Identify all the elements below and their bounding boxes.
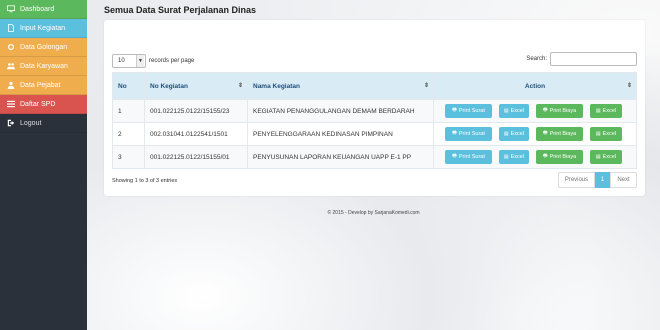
sidebar-item-label: Logout [20,119,42,127]
sidebar-item-logout[interactable]: Logout [0,114,87,133]
search-box: Search: [526,52,637,66]
main-content: Semua Data Surat Perjalanan Dinas 10 ▼ r… [87,0,660,330]
user-icon [6,81,15,89]
print-icon: 🖶 [542,130,548,136]
file-icon: ▤ [503,108,509,114]
file-icon: ▤ [503,131,509,137]
excel-biaya-button[interactable]: ▤ Excel [590,127,622,141]
print-icon: 🖶 [542,107,548,113]
page-1-button[interactable]: 1 [595,172,610,188]
logout-icon [6,119,15,127]
spd-table: No No Kegiatan ⇕ Nama Kegiatan ⇕ Action ⇕ 1… [112,72,637,169]
column-header-nama-kegiatan[interactable]: Nama Kegiatan ⇕ [247,72,434,100]
sidebar-item-label: Data Pejabat [20,81,61,89]
print-biaya-button[interactable]: 🖶 Print Biaya [536,104,583,118]
records-per-page: 10 ▼ records per page [112,54,194,68]
sidebar-item-data-golongan[interactable]: Data Golongan [0,38,87,57]
cell-no: 1 [112,99,145,123]
print-biaya-button[interactable]: 🖶 Print Biaya [536,150,583,164]
document-icon [6,24,15,32]
sort-icon: ⇕ [626,83,632,89]
print-icon: 🖶 [452,107,457,113]
previous-page-button[interactable]: Previous [558,172,595,188]
cell-no: 2 [112,122,145,146]
search-label: Search: [526,56,547,62]
settings-icon [6,43,15,51]
page-title: Semua Data Surat Perjalanan Dinas [104,5,257,15]
table-row: 3 001.022125.0122/15155/01 PENYUSUNAN LA… [112,145,637,169]
sidebar-item-label: Input Kegiatan [20,24,66,32]
sidebar-item-daftar-spd[interactable]: Daftar SPD [0,95,87,114]
file-icon: ▤ [595,108,601,114]
cell-no: 3 [112,145,145,169]
column-header-action: Action ⇕ [433,72,637,100]
table-row: 2 002.031041.0122541/1501 PENYELENGGARAA… [112,122,637,146]
records-per-page-select[interactable]: 10 ▼ [112,54,146,68]
sidebar-item-input-kegiatan[interactable]: Input Kegiatan [0,19,87,38]
table-row: 1 001.022125.0122/15155/23 KEGIATAN PENA… [112,99,637,123]
users-icon [6,62,15,70]
sidebar-item-label: Dashboard [20,5,55,13]
sidebar-item-data-karyawan[interactable]: Data Karyawan [0,57,87,76]
records-per-page-label: records per page [149,58,195,64]
cell-action: 🖶 Print Surat ▤ Excel 🖶 Print Biaya ▤ Excel [433,122,637,146]
data-panel: 10 ▼ records per page Search: No No Kegi… [104,20,645,196]
cell-nama-kegiatan: KEGIATAN PENANGGULANGAN DEMAM BERDARAH [247,99,434,123]
sidebar-item-label: Data Karyawan [20,62,68,70]
cell-action: 🖶 Print Surat ▤ Excel 🖶 Print Biaya ▤ Excel [433,145,637,169]
sort-icon: ⇕ [423,83,429,89]
file-icon: ▤ [503,154,509,160]
sidebar-item-dashboard[interactable]: Dashboard [0,0,87,19]
cell-no-kegiatan: 001.022125.0122/15155/01 [144,145,248,169]
sort-icon: ⇕ [237,83,243,89]
column-header-no-kegiatan[interactable]: No Kegiatan ⇕ [144,72,248,100]
print-biaya-button[interactable]: 🖶 Print Biaya [536,127,583,141]
next-page-button[interactable]: Next [610,172,637,188]
print-icon: 🖶 [452,130,457,136]
file-icon: ▤ [595,154,601,160]
excel-surat-button[interactable]: ▤ Excel [499,150,529,164]
print-icon: 🖶 [542,153,548,159]
excel-biaya-button[interactable]: ▤ Excel [590,150,622,164]
excel-biaya-button[interactable]: ▤ Excel [590,104,622,118]
column-header-no[interactable]: No [112,72,145,100]
chevron-down-icon: ▼ [136,55,144,67]
cell-action: 🖶 Print Surat ▤ Excel 🖶 Print Biaya ▤ Excel [433,99,637,123]
search-input[interactable] [550,52,637,66]
print-surat-button[interactable]: 🖶 Print Surat [445,127,492,141]
excel-surat-button[interactable]: ▤ Excel [499,104,529,118]
print-surat-button[interactable]: 🖶 Print Surat [445,104,492,118]
copyright: © 2015 - Develop by SarjanaKomedi.com [327,210,420,216]
table-info: Showing 1 to 3 of 3 entries [112,178,178,184]
sidebar-item-label: Daftar SPD [20,100,56,108]
cell-nama-kegiatan: PENYELENGGARAAN KEDINASAN PIMPINAN [247,122,434,146]
records-per-page-value: 10 [118,58,125,64]
file-icon: ▤ [595,131,601,137]
print-surat-button[interactable]: 🖶 Print Surat [445,150,492,164]
list-icon [6,100,15,108]
excel-surat-button[interactable]: ▤ Excel [499,127,529,141]
cell-no-kegiatan: 002.031041.0122541/1501 [144,122,248,146]
pagination: Previous 1 Next [558,172,637,188]
sidebar-item-label: Data Golongan [20,43,68,51]
cell-no-kegiatan: 001.022125.0122/15155/23 [144,99,248,123]
print-icon: 🖶 [452,153,457,159]
cell-nama-kegiatan: PENYUSUNAN LAPORAN KEUANGAN UAPP E-1 PP [247,145,434,169]
sidebar: Dashboard Input Kegiatan Data Golongan D… [0,0,87,330]
monitor-icon [6,5,15,13]
sidebar-item-data-pejabat[interactable]: Data Pejabat [0,76,87,95]
